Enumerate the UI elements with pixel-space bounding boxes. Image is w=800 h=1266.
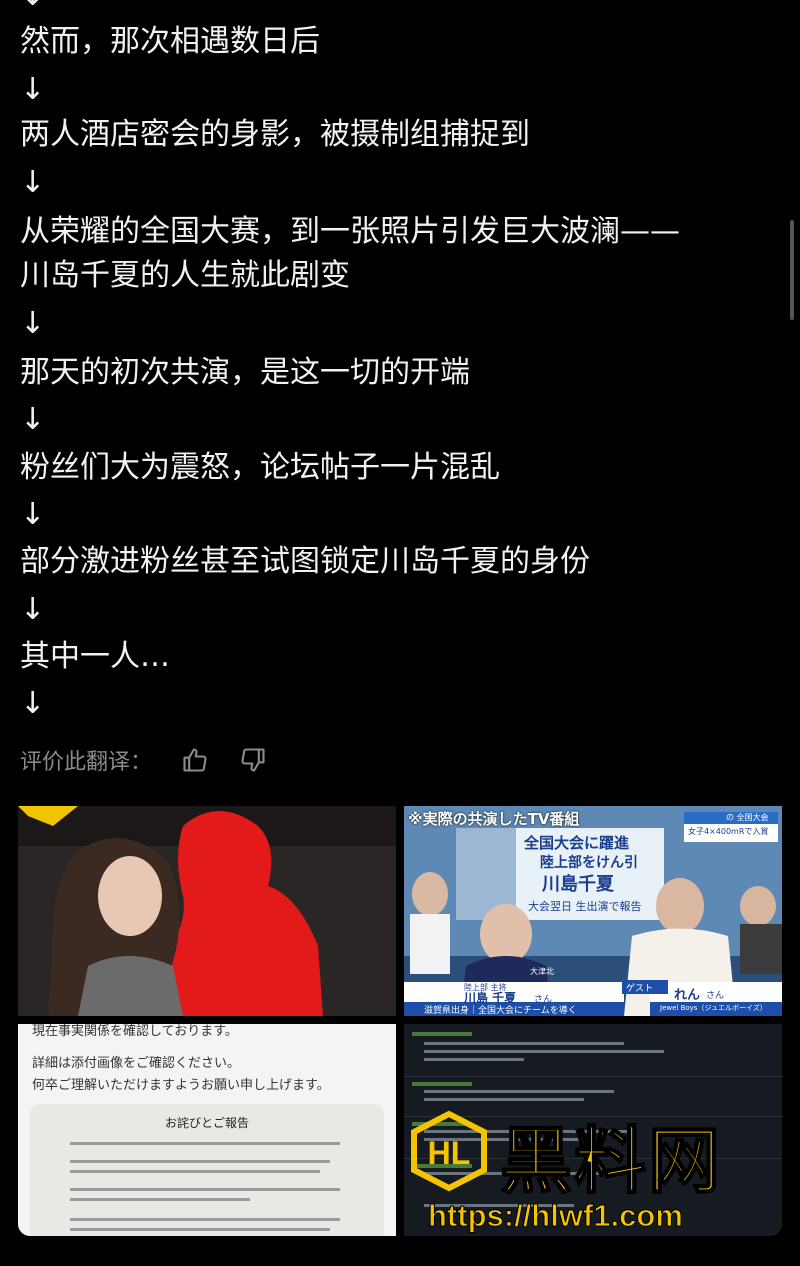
arrow: ↓: [20, 686, 46, 721]
thumbs-up-icon[interactable]: [180, 745, 210, 775]
tv-name-right: れん: [674, 988, 701, 1003]
post-line: 两人酒店密会的身影，被摄制组捕捉到: [20, 117, 530, 152]
post-line: 从荣耀的全国大赛，到一张照片引发巨大波澜——: [20, 214, 680, 249]
post-line: 然而，那次相遇数日后: [20, 24, 320, 59]
watermark-text: 黑料网: [499, 1118, 723, 1204]
tv-caption: ※実際の共演したTV番組: [408, 810, 580, 828]
tv-headline-3: 川島千夏: [542, 874, 614, 895]
tv-name-left-desc: 滋賀県出身｜全国大会にチームを導く: [424, 1006, 577, 1016]
arrow: ↓: [20, 402, 46, 437]
svg-text:HL: HL: [428, 1135, 471, 1171]
post-line: 部分激进粉丝甚至试图锁定川岛千夏的身份: [20, 544, 590, 579]
doc-line-2: 何卒ご理解いただけますようお願い申し上げます。: [32, 1078, 330, 1093]
translation-rating-label: 评价此翻译：: [20, 750, 153, 775]
post-line: 那天的初次共演，是这一切的开端: [20, 355, 470, 390]
tv-headline-1: 全国大会に躍進: [524, 834, 630, 852]
tv-guest-tag: ゲスト: [626, 984, 654, 994]
doc-letter: お詫びとご報告: [30, 1104, 384, 1236]
watermark: HL 黑料网 https://hlwf1.com: [400, 1100, 790, 1240]
arrow: ↓: [20, 497, 46, 532]
thumbs-down-icon[interactable]: [238, 745, 268, 775]
arrow: ↓: [20, 72, 46, 107]
post-line: 粉丝们大为震怒，论坛帖子一片混乱: [20, 450, 500, 485]
tv-name-right-suffix: さん: [706, 991, 725, 1001]
arrow: ↓: [20, 592, 46, 627]
tv-headline-2: 陸上部をけん引: [540, 855, 638, 871]
translation-rating: 评价此翻译：: [20, 738, 268, 782]
arrow: ↓: [20, 165, 46, 200]
scrollbar[interactable]: [790, 220, 794, 320]
arrow-top: ↓: [20, 0, 45, 14]
doc-line-1: 詳細は添付画像をご確認ください。: [32, 1056, 241, 1071]
post-line: 其中一人…: [20, 639, 170, 674]
image-drama-still[interactable]: [18, 806, 396, 1016]
tv-sub: 大会翌日 生出演で報告: [528, 900, 642, 913]
doc-line-0: 現在事実関係を確認しております。: [32, 1024, 238, 1039]
post-line: 川岛千夏的人生就此剧变: [20, 258, 350, 293]
tv-top-right-1: の 全国大会: [726, 813, 769, 822]
watermark-logo-icon: HL: [411, 1110, 487, 1192]
watermark-url: https://hlwf1.com: [428, 1198, 684, 1234]
tv-jersey: 大津北: [530, 967, 554, 976]
doc-title: お詫びとご報告: [164, 1116, 249, 1130]
arrow: ↓: [20, 306, 46, 341]
tv-top-right-2: 女子4×400mRで入賞: [688, 827, 769, 836]
image-tv-program[interactable]: ※実際の共演したTV番組 全国大会に躍進 陸上部をけん引 川島千夏 大会翌日 生…: [404, 806, 782, 1016]
tv-name-right-group: Jewel Boys（ジュエルボーイズ）: [660, 1004, 767, 1012]
image-apology-document[interactable]: 現在事実関係を確認しております。 詳細は添付画像をご確認ください。 何卒ご理解い…: [18, 1024, 396, 1236]
